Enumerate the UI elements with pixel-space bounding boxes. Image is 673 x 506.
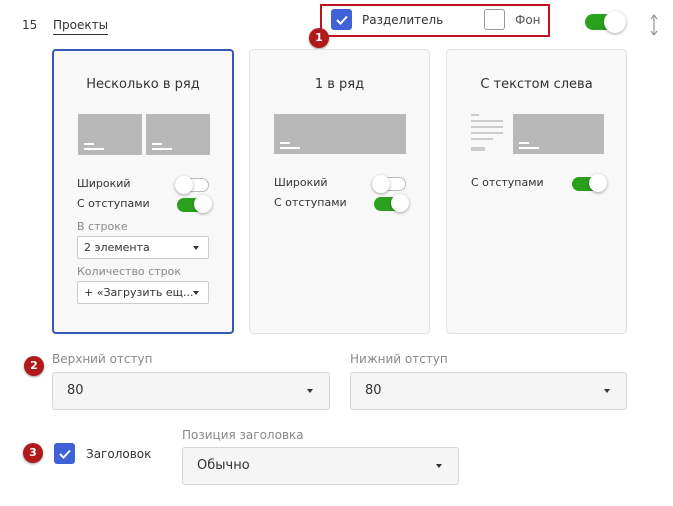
preview-block xyxy=(146,114,210,155)
toggle-knob xyxy=(194,195,212,213)
marker-2: 2 xyxy=(24,356,44,376)
marker-1: 1 xyxy=(309,28,329,48)
check-icon xyxy=(59,449,71,459)
heading-checkbox[interactable] xyxy=(54,443,75,464)
section-title[interactable]: Проекты xyxy=(53,18,109,35)
marker-3: 3 xyxy=(23,443,43,463)
chevron-down-icon xyxy=(604,389,610,393)
padding-toggle[interactable] xyxy=(572,174,607,192)
preview-block xyxy=(78,114,142,155)
bottom-padding-select[interactable]: 80 xyxy=(350,372,627,410)
chevron-down-icon xyxy=(193,291,199,295)
card-title: 1 в ряд xyxy=(314,77,365,92)
section-visibility-toggle[interactable] xyxy=(585,11,626,33)
heading-position-label: Позиция заголовка xyxy=(182,428,304,442)
layout-card-text-left[interactable]: С текстом слева С отступами xyxy=(446,49,627,334)
card-title: С текстом слева xyxy=(480,77,593,92)
wide-toggle[interactable] xyxy=(175,176,209,194)
toggle-knob xyxy=(175,176,193,194)
toggle-knob xyxy=(604,11,626,33)
padding-toggle[interactable] xyxy=(177,195,212,213)
padding-label: С отступами xyxy=(77,197,150,210)
preview-block xyxy=(274,114,406,154)
separator-label: Разделитель xyxy=(362,13,444,27)
heading-position-value: Обычно xyxy=(197,458,250,473)
toggle-knob xyxy=(372,175,390,193)
heading-position-select[interactable]: Обычно xyxy=(182,447,459,485)
rows-count-label: Количество строк xyxy=(77,265,181,278)
padding-label: С отступами xyxy=(471,176,544,189)
layout-card-multiple[interactable]: Несколько в ряд Широкий С отступами В ст… xyxy=(52,49,234,334)
reorder-arrows-icon[interactable] xyxy=(649,14,659,36)
wide-label: Широкий xyxy=(77,177,131,190)
per-row-label: В строке xyxy=(77,220,128,233)
top-padding-value: 80 xyxy=(67,383,84,398)
top-padding-select[interactable]: 80 xyxy=(52,372,330,410)
toggle-knob xyxy=(391,194,409,212)
chevron-down-icon xyxy=(436,464,442,468)
preview-block xyxy=(513,114,604,154)
text-lines-preview xyxy=(471,114,511,154)
per-row-value: 2 элемента xyxy=(84,241,150,254)
padding-label: С отступами xyxy=(274,196,347,209)
separator-checkbox[interactable] xyxy=(331,9,352,30)
background-label: Фон xyxy=(515,13,541,27)
toggle-knob xyxy=(589,174,607,192)
rows-count-value: + «Загрузить ещ... xyxy=(84,286,194,299)
padding-toggle[interactable] xyxy=(374,194,409,212)
rows-count-select[interactable]: + «Загрузить ещ... xyxy=(77,281,209,304)
row-number: 15 xyxy=(22,18,38,32)
top-padding-label: Верхний отступ xyxy=(52,352,153,366)
card-title: Несколько в ряд xyxy=(86,77,200,92)
layout-card-single[interactable]: 1 в ряд Широкий С отступами xyxy=(249,49,430,334)
bottom-padding-value: 80 xyxy=(365,383,382,398)
heading-label: Заголовок xyxy=(86,447,152,461)
background-checkbox[interactable] xyxy=(484,9,505,30)
bottom-padding-label: Нижний отступ xyxy=(350,352,448,366)
wide-toggle[interactable] xyxy=(372,175,406,193)
wide-label: Широкий xyxy=(274,176,328,189)
chevron-down-icon xyxy=(193,246,199,250)
chevron-down-icon xyxy=(307,389,313,393)
per-row-select[interactable]: 2 элемента xyxy=(77,236,209,259)
check-icon xyxy=(336,15,348,25)
